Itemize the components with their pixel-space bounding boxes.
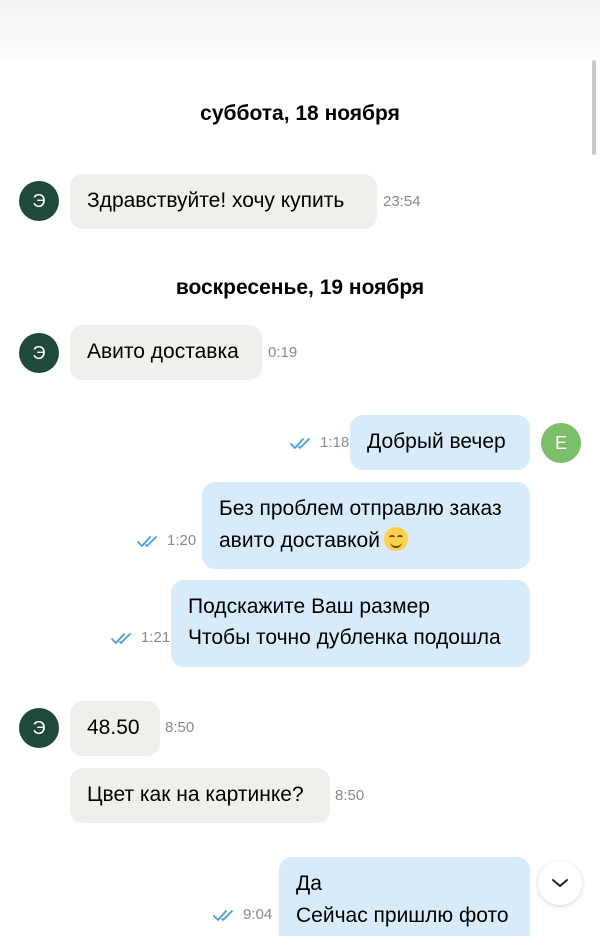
smiling-face-icon: [383, 527, 408, 551]
message-bubble-incoming[interactable]: Здравствуйте! хочу купить: [70, 174, 377, 229]
message-bubble-outgoing[interactable]: Да Сейчас пришлю фото: [279, 857, 530, 936]
time-label: 8:50: [165, 719, 195, 736]
message-text: Чтобы точно дубленка подошла: [188, 626, 501, 649]
message-bubble-outgoing[interactable]: Подскажите Ваш размер Чтобы точно дублен…: [171, 580, 530, 667]
top-bar: [0, 0, 600, 58]
my-avatar[interactable]: Е: [541, 423, 581, 463]
message-bubble-outgoing[interactable]: Без проблем отправлю заказ авито доставк…: [202, 482, 530, 569]
time-label: 9:04: [243, 906, 273, 923]
message-text: Цвет как на картинке?: [87, 783, 304, 806]
message-text: Подскажите Ваш размер: [188, 595, 430, 618]
double-check-icon: [290, 437, 310, 449]
date-separator: суббота, 18 ноября: [200, 102, 400, 125]
message-text: Авито доставка: [87, 340, 239, 363]
message-bubble-incoming[interactable]: Цвет как на картинке?: [70, 768, 330, 823]
message-time: 0:19: [268, 344, 297, 361]
time-label: 8:50: [335, 787, 365, 804]
double-check-icon: [111, 632, 131, 644]
message-text: Здравствуйте! хочу купить: [87, 189, 345, 212]
time-label: 0:19: [268, 344, 298, 361]
chevron-down-icon: [552, 879, 568, 887]
message-text-line: авито доставкой: [219, 525, 513, 557]
time-label: 1:18: [320, 434, 350, 451]
message-time: 1:18: [290, 434, 349, 451]
time-label: 1:21: [141, 629, 171, 646]
message-text: Без проблем отправлю заказ: [219, 497, 502, 520]
double-check-icon: [213, 909, 233, 921]
double-check-icon: [137, 535, 157, 547]
message-bubble-incoming[interactable]: 48.50: [70, 701, 160, 756]
scroll-down-button[interactable]: [538, 861, 582, 905]
message-time: 1:20: [137, 532, 196, 549]
message-bubble-incoming[interactable]: Авито доставка: [70, 325, 262, 380]
message-text: Добрый вечер: [367, 430, 506, 453]
message-time: 1:21: [111, 629, 170, 646]
message-time: 9:04: [213, 906, 272, 923]
contact-avatar[interactable]: Э: [19, 181, 59, 221]
time-label: 23:54: [383, 193, 421, 210]
message-text: Да: [296, 872, 322, 895]
date-separator: воскресенье, 19 ноября: [175, 276, 425, 299]
message-time: 8:50: [165, 719, 194, 736]
message-text: авито доставкой: [219, 529, 380, 552]
contact-avatar[interactable]: Э: [19, 333, 59, 373]
contact-avatar[interactable]: Э: [19, 708, 59, 748]
message-text: 48.50: [87, 716, 140, 739]
message-time: 23:54: [383, 193, 421, 210]
time-label: 1:20: [167, 532, 197, 549]
message-text: Сейчас пришлю фото: [296, 904, 509, 927]
message-bubble-outgoing[interactable]: Добрый вечер: [350, 415, 530, 470]
message-time: 8:50: [335, 787, 364, 804]
